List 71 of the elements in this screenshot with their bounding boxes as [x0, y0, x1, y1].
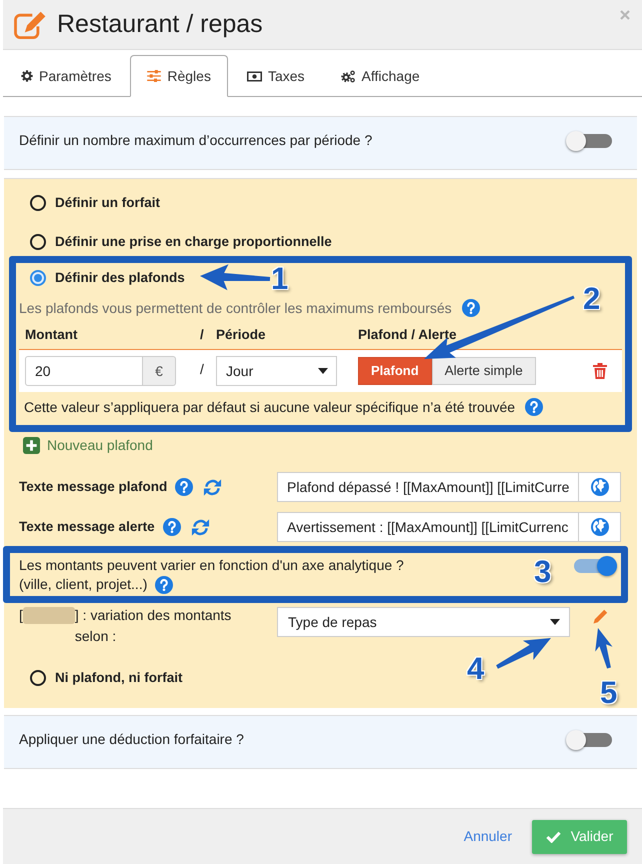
- annotation-arrow: [496, 638, 551, 669]
- cancel-link[interactable]: Annuler: [464, 826, 512, 847]
- translate-button[interactable]: [579, 472, 621, 502]
- globe-icon: [590, 518, 608, 536]
- annotation-number: 5: [600, 677, 618, 708]
- message-field[interactable]: Avertissement : [[MaxAmount]] [[LimitCurrenc: [277, 512, 579, 542]
- message-label: Texte message plafond: [19, 478, 168, 496]
- caret-down-icon: [550, 619, 560, 625]
- annotation-number: 4: [467, 653, 484, 684]
- currency-addon: €: [143, 356, 176, 386]
- column-header: /: [200, 327, 204, 342]
- tab[interactable]: Règles: [130, 55, 228, 97]
- plus-square-icon: [23, 436, 40, 454]
- help-icon[interactable]: [525, 398, 544, 416]
- option-label: Définir des plafonds: [55, 268, 185, 287]
- help-icon[interactable]: [175, 478, 194, 496]
- pencil-icon[interactable]: [592, 609, 608, 625]
- add-ceiling-link[interactable]: Nouveau plafond: [23, 435, 153, 455]
- toggle-switch[interactable]: [566, 730, 612, 750]
- radio-button[interactable]: [30, 195, 46, 211]
- axis-question: Les montants peuvent varier en fonction d'un axe analytique ?: [19, 556, 404, 575]
- tab[interactable]: Taxes: [230, 55, 322, 97]
- annotation-number: 1: [271, 263, 288, 294]
- option-label: Définir une prise en charge proportionnelle: [55, 232, 332, 251]
- annotation-arrow: [200, 264, 270, 290]
- refresh-icon[interactable]: [203, 478, 222, 496]
- annotation-arrow: [595, 628, 612, 668]
- dialog-title: Restaurant / repas: [57, 12, 263, 37]
- refresh-icon[interactable]: [190, 518, 210, 536]
- check-icon: [546, 830, 561, 842]
- separator-text: /: [200, 361, 204, 377]
- amount-field[interactable]: 20: [25, 356, 143, 386]
- column-header: Montant: [25, 327, 78, 342]
- redaction-block: [22, 607, 75, 624]
- caret-down-icon: [318, 368, 328, 374]
- globe-icon: [590, 478, 608, 496]
- help-icon[interactable]: [462, 299, 480, 317]
- note-text: Cette valeur s’appliquera par défaut si aucune valeur spécifique n’a été trouvée: [24, 398, 516, 417]
- radio-button[interactable]: [30, 670, 46, 686]
- mode-button[interactable]: Alerte simple: [432, 357, 536, 385]
- help-icon[interactable]: [155, 576, 174, 594]
- intro-text: Les plafonds vous permettent de contrôler les maximums remboursés: [19, 298, 452, 318]
- edit-icon: [12, 10, 47, 38]
- tab[interactable]: Affichage: [324, 55, 437, 97]
- message-label: Texte message alerte: [19, 518, 155, 536]
- setting-label: Définir un nombre maximum d’occurrences par période ?: [19, 131, 372, 150]
- annotation-number: 2: [583, 283, 600, 314]
- option-label: Définir un forfait: [55, 194, 160, 212]
- axis-select[interactable]: Type de repas: [277, 607, 570, 637]
- annotation-number: 3: [534, 556, 552, 587]
- radio-button[interactable]: [30, 270, 46, 286]
- bracket-text: [: [19, 606, 23, 625]
- trash-icon[interactable]: [593, 363, 607, 379]
- mode-button[interactable]: Plafond: [358, 357, 432, 385]
- setting-label: Appliquer une déduction forfaitaire ?: [19, 730, 244, 749]
- radio-button[interactable]: [30, 234, 46, 250]
- sliders-icon: [147, 70, 162, 82]
- variation-label: ] : variation des montants selon :: [74, 606, 232, 646]
- axis-hint: (ville, client, projet...): [19, 575, 148, 594]
- tab[interactable]: Paramètres: [4, 55, 128, 97]
- period-select[interactable]: Jour: [216, 356, 337, 386]
- message-field[interactable]: Plafond dépassé ! [[MaxAmount]] [[LimitCurre: [277, 472, 579, 502]
- column-header: Plafond / Alerte: [358, 327, 457, 342]
- column-header: Période: [216, 327, 266, 342]
- translate-button[interactable]: [579, 512, 621, 542]
- option-label: Ni plafond, ni forfait: [55, 668, 182, 687]
- banknote-icon: [246, 70, 262, 82]
- gears-icon: [340, 70, 356, 82]
- gear-icon: [21, 70, 33, 82]
- toggle-switch[interactable]: [566, 130, 612, 150]
- help-icon[interactable]: [162, 518, 181, 536]
